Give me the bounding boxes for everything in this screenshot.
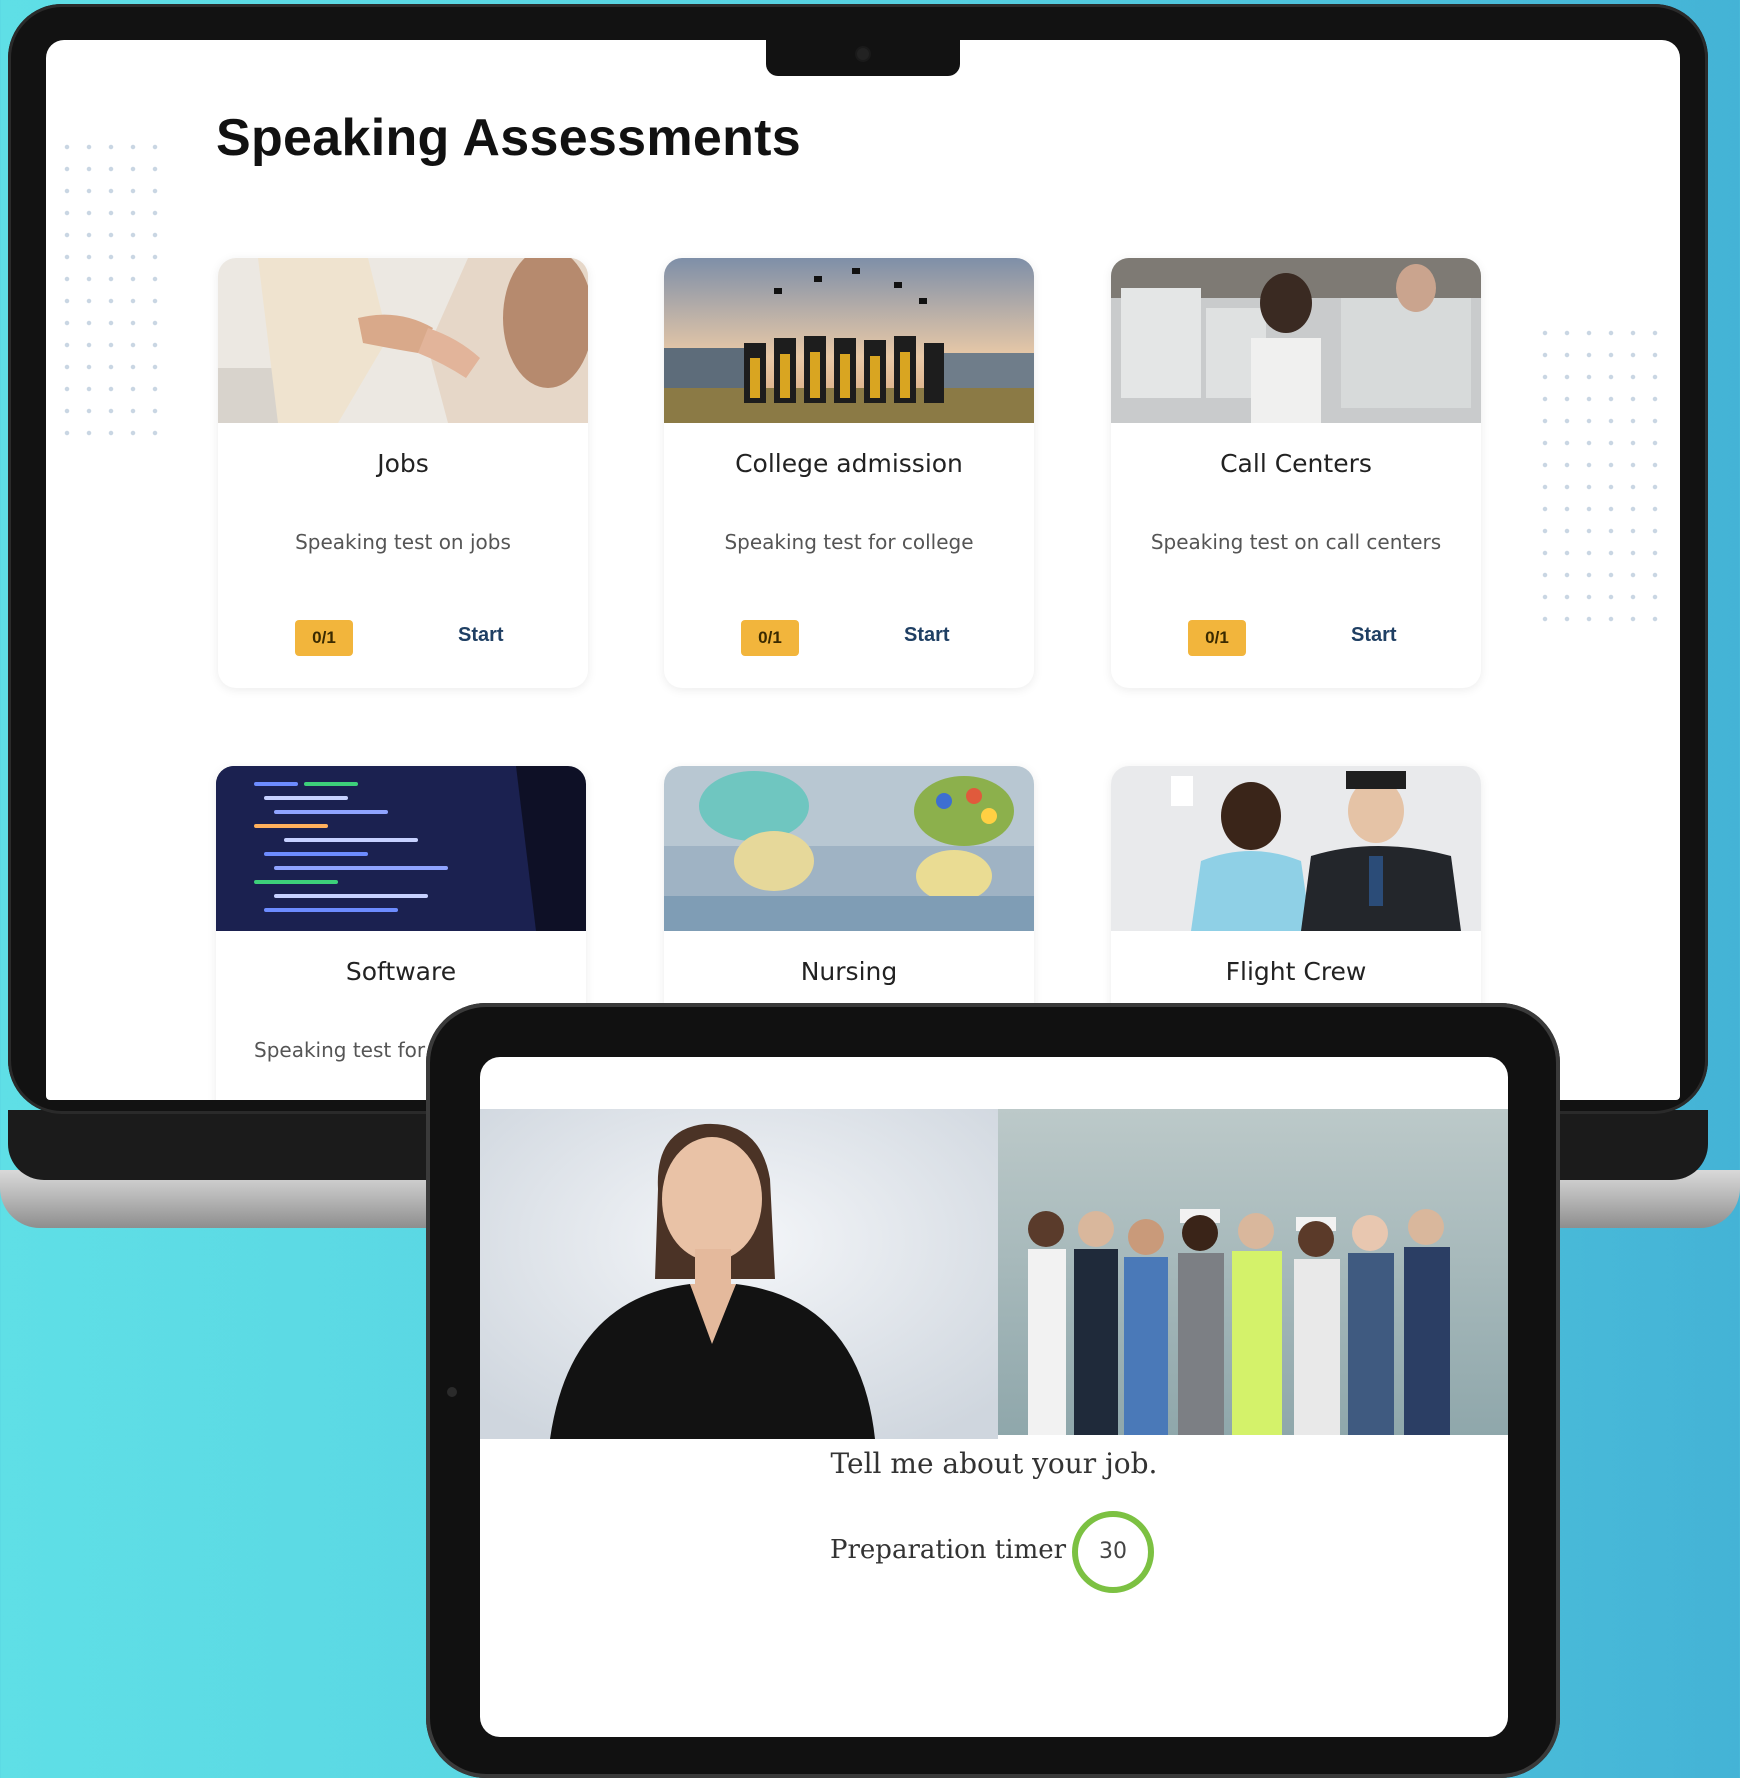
card-title: Software bbox=[345, 957, 457, 986]
laptop-screen: Speaking Assessments Jobs Speaking test … bbox=[46, 40, 1680, 1100]
tablet-screen: Tell me about your job. Preparation time… bbox=[480, 1057, 1508, 1737]
nursing-image bbox=[664, 766, 1034, 931]
question-prompt: Tell me about your job. bbox=[830, 1447, 1158, 1480]
card-title: College admission bbox=[735, 449, 963, 478]
dot-pattern-decoration bbox=[1534, 322, 1664, 622]
progress-badge: 0/1 bbox=[1188, 620, 1246, 656]
card-title: Nursing bbox=[800, 957, 898, 986]
flight-crew-image bbox=[1111, 766, 1481, 931]
handshake-image bbox=[218, 258, 588, 423]
laptop-notch bbox=[766, 40, 960, 76]
page-title: Speaking Assessments bbox=[216, 109, 802, 167]
start-link[interactable]: Start bbox=[1351, 624, 1397, 647]
interviewer-video[interactable] bbox=[480, 1109, 998, 1439]
progress-badge: 0/1 bbox=[741, 620, 799, 656]
call-center-image bbox=[1111, 258, 1481, 423]
camera-icon bbox=[857, 48, 869, 60]
assessment-card-jobs[interactable]: Jobs Speaking test on jobs 0/1 Start bbox=[218, 258, 588, 688]
code-screen-image bbox=[216, 766, 586, 931]
workers-group-image bbox=[998, 1109, 1508, 1435]
preparation-timer: 30 bbox=[1072, 1511, 1154, 1593]
card-title: Jobs bbox=[377, 449, 429, 478]
card-description: Speaking test on call centers bbox=[1150, 530, 1442, 554]
card-description: Speaking test on jobs bbox=[295, 530, 511, 554]
card-title: Call Centers bbox=[1220, 449, 1372, 478]
dot-pattern-decoration bbox=[56, 136, 166, 436]
preparation-timer-label: Preparation timer bbox=[830, 1535, 1067, 1565]
card-description: Speaking test for college bbox=[724, 530, 974, 554]
camera-icon bbox=[447, 1387, 457, 1397]
assessment-card-college-admission[interactable]: College admission Speaking test for coll… bbox=[664, 258, 1034, 688]
card-title: Flight Crew bbox=[1225, 957, 1367, 986]
start-link[interactable]: Start bbox=[458, 624, 504, 647]
assessment-card-call-centers[interactable]: Call Centers Speaking test on call cente… bbox=[1111, 258, 1481, 688]
graduation-image bbox=[664, 258, 1034, 423]
start-link[interactable]: Start bbox=[904, 624, 950, 647]
progress-badge: 0/1 bbox=[295, 620, 353, 656]
